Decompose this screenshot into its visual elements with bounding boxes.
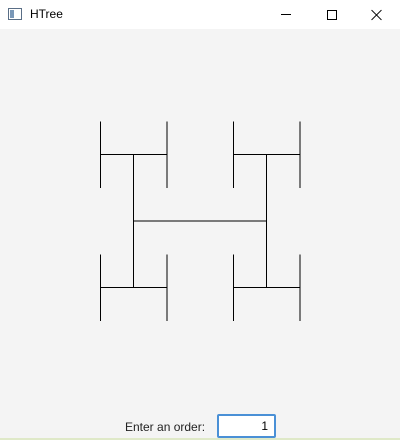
minimize-button[interactable] <box>263 0 309 29</box>
minimize-icon <box>281 14 291 15</box>
window-title: HTree <box>30 7 63 21</box>
app-window-icon <box>8 8 22 20</box>
maximize-icon <box>327 9 337 20</box>
order-input[interactable] <box>217 414 276 438</box>
htree-canvas <box>99 121 301 321</box>
order-label: Enter an order: <box>125 420 206 434</box>
close-icon <box>371 9 383 21</box>
app-window: HTree Enter an order: <box>0 0 400 440</box>
maximize-button[interactable] <box>309 0 355 29</box>
close-button[interactable] <box>354 0 400 29</box>
title-bar[interactable]: HTree <box>0 0 400 29</box>
order-control-bar: Enter an order: <box>0 410 400 440</box>
